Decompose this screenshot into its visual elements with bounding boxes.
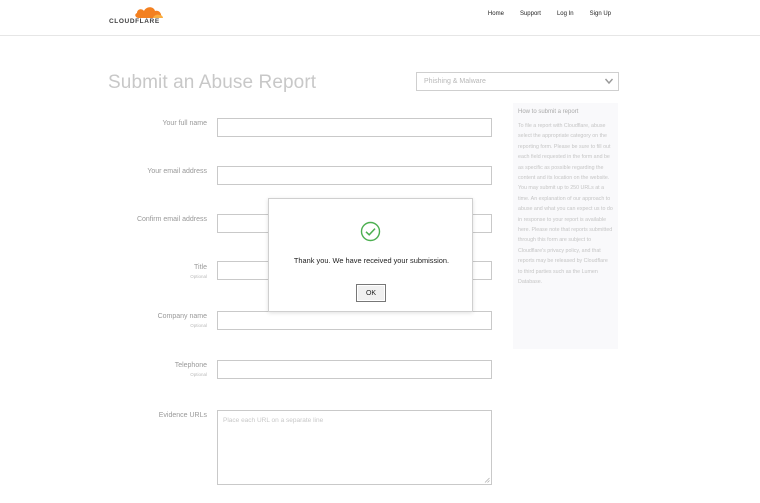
evidence-urls-textarea[interactable]: Place each URL on a separate line xyxy=(217,410,492,485)
cloudflare-logo[interactable]: CLOUDFLARE xyxy=(109,5,171,27)
ok-button[interactable]: OK xyxy=(356,284,386,302)
company-optional-note: Optional xyxy=(190,323,207,328)
submission-success-dialog: Thank you. We have received your submiss… xyxy=(268,198,473,312)
telephone-input[interactable] xyxy=(217,360,492,379)
success-message: Thank you. We have received your submiss… xyxy=(293,256,450,265)
nav-sign-up[interactable]: Sign Up xyxy=(590,11,611,17)
logo-wordmark: CLOUDFLARE xyxy=(109,18,160,25)
telephone-optional-note: Optional xyxy=(190,372,207,377)
telephone-label: Telephone xyxy=(174,362,207,369)
company-input[interactable] xyxy=(217,311,492,330)
chevron-down-icon xyxy=(604,78,614,85)
cloud-icon xyxy=(135,7,163,18)
evidence-placeholder: Place each URL on a separate line xyxy=(223,417,324,424)
help-title: How to submit a report xyxy=(518,109,579,115)
confirm-email-label: Confirm email address xyxy=(136,216,207,223)
email-label: Your email address xyxy=(147,168,207,175)
category-select[interactable]: Phishing & Malware xyxy=(416,72,619,91)
site-header: CLOUDFLARE Home Support Log In Sign Up xyxy=(0,0,760,36)
nav-support[interactable]: Support xyxy=(520,11,541,17)
full-name-label: Your full name xyxy=(162,120,208,127)
help-body: To file a report with Cloudflare, abuse … xyxy=(518,123,613,286)
page-title: Submit an Abuse Report xyxy=(108,72,317,93)
company-label: Company name xyxy=(157,313,207,320)
resize-handle-icon[interactable] xyxy=(484,477,490,483)
nav-home[interactable]: Home xyxy=(488,11,504,17)
top-nav: Home Support Log In Sign Up xyxy=(472,11,611,17)
nav-log-in[interactable]: Log In xyxy=(557,11,574,17)
title-label: Title xyxy=(194,264,207,271)
evidence-label: Evidence URLs xyxy=(158,412,207,419)
title-optional-note: Optional xyxy=(190,274,207,279)
full-name-input[interactable] xyxy=(217,118,492,137)
email-input[interactable] xyxy=(217,166,492,185)
check-circle-icon xyxy=(360,221,381,242)
help-panel: How to submit a report To file a report … xyxy=(513,103,618,349)
category-selected-value: Phishing & Malware xyxy=(424,78,486,85)
